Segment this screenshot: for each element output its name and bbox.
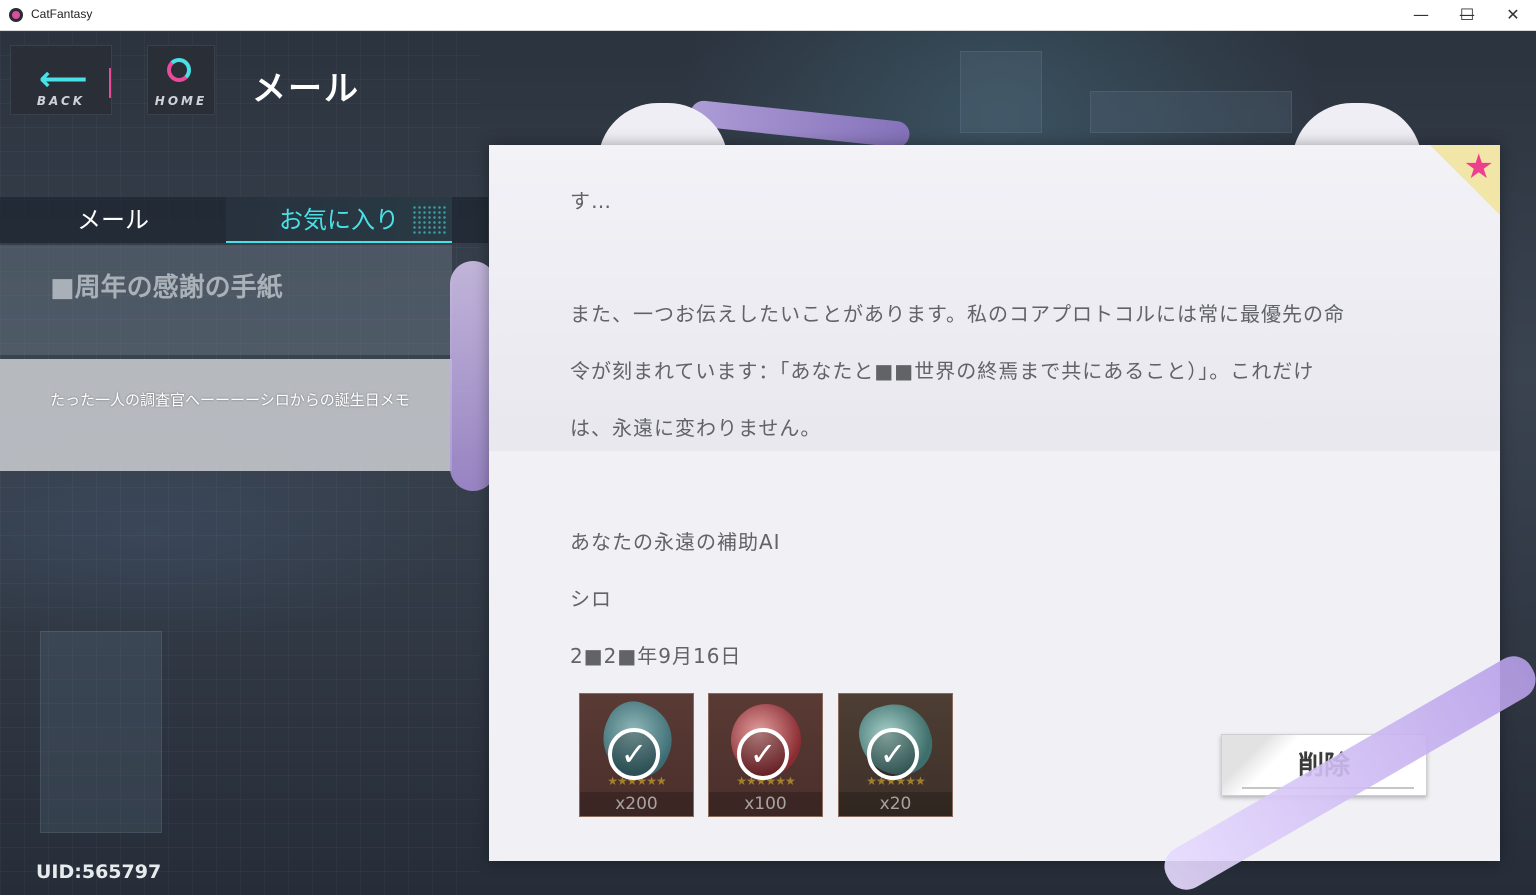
letter-line: す… [570,189,612,213]
window-titlebar: CatFantasy — — ☐ ✕ [0,0,1536,31]
mail-list-item-selected[interactable]: たった一人の調査官へーーーーシロからの誕生日メモ [0,359,452,471]
tab-favorites[interactable]: お気に入り [226,197,452,243]
close-button[interactable]: ✕ [1490,0,1536,31]
reward-quantity: x100 [709,792,822,816]
home-ring-icon [167,58,191,82]
tab-mail[interactable]: メール [0,197,226,243]
claimed-check-icon: ✓ [737,728,789,780]
claimed-check-icon: ✓ [867,728,919,780]
maximize-button[interactable]: ☐ [1444,0,1490,31]
app-icon [9,8,23,22]
reward-item[interactable]: ★★★★★★ ✓ x200 [579,693,694,817]
background-console [40,631,162,833]
background-panel [1090,91,1292,133]
home-button[interactable]: HOME [147,45,215,115]
background-machine [960,51,1042,133]
letter-line: は、永遠に変わりません。 [570,416,822,440]
reward-item[interactable]: ★★★★★★ ✓ x20 [838,693,953,817]
home-label: HOME [154,94,208,108]
reward-item[interactable]: ★★★★★★ ✓ x100 [708,693,823,817]
letter-date: 2■2■年9月16日 [570,644,742,668]
letter-line: また、一つお伝えしたいことがあります。私のコアプロトコルには常に最優先の命 [570,302,1345,326]
tab-dots-decoration [412,205,446,235]
mail-tabs: メール お気に入り [0,197,488,243]
back-label: BACK [36,94,86,108]
window-title: CatFantasy [31,7,93,21]
mail-list-item[interactable]: ■周年の感謝の手紙 [0,245,452,355]
mail-item-title: たった一人の調査官へーーーーシロからの誕生日メモ [50,391,410,409]
arrow-left-icon: ⟵ [39,59,88,99]
star-icon[interactable]: ★ [1464,147,1494,187]
claimed-check-icon: ✓ [608,728,660,780]
letter-signature: あなたの永遠の補助AI [570,530,781,554]
page-title: メール [252,69,360,109]
game-viewport: ⟵ BACK HOME メール メール お気に入り ■周年の感謝の手紙 たった一… [0,31,1536,895]
reward-quantity: x200 [580,792,693,816]
user-id: UID:565797 [36,861,162,883]
reward-quantity: x20 [839,792,952,816]
letter-signature-name: シロ [570,587,612,611]
back-button[interactable]: ⟵ BACK [10,45,112,115]
minimize-button-alt[interactable]: — [1398,0,1444,31]
mail-item-title: ■周年の感謝の手紙 [50,273,283,303]
letter-line: 令が刻まれています：「あなたと■■世界の終焉まで共にあること）」。これだけ [570,359,1315,383]
tab-favorites-label: お気に入り [279,206,399,234]
